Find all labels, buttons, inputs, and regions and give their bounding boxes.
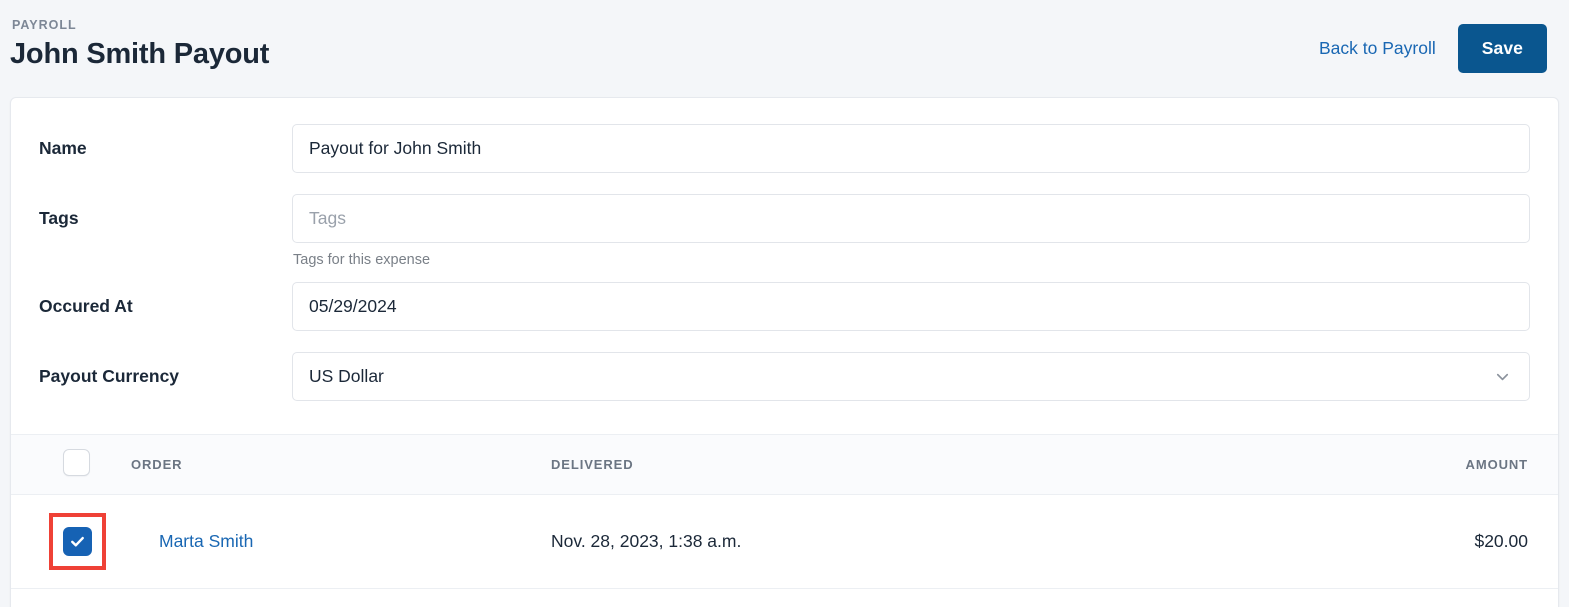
label-occured-at: Occured At xyxy=(39,296,133,316)
payout-currency-select[interactable] xyxy=(292,352,1530,401)
row-delivered-cell: Nov. 28, 2023, 1:38 a.m. xyxy=(551,494,1251,589)
row-amount-cell: $20.00 xyxy=(1251,494,1558,589)
payout-edit-page: PAYROLL John Smith Payout Back to Payrol… xyxy=(0,0,1569,607)
form-row-occured-at: Occured At xyxy=(11,282,1558,331)
control-name xyxy=(292,124,1530,173)
label-payout-currency: Payout Currency xyxy=(39,366,180,386)
header-actions: Back to Payroll Save xyxy=(1319,14,1547,73)
page-header: PAYROLL John Smith Payout Back to Payrol… xyxy=(0,0,1569,92)
form-row-name: Name xyxy=(11,124,1558,173)
label-tags: Tags xyxy=(39,208,79,228)
occured-at-input[interactable] xyxy=(292,282,1530,331)
column-header-delivered[interactable]: DELIVERED xyxy=(551,434,1251,495)
column-header-order[interactable]: ORDER xyxy=(131,434,551,495)
row-order-cell: Marta Smith xyxy=(131,494,551,589)
orders-table-header-row: ORDER DELIVERED AMOUNT xyxy=(11,434,1558,495)
label-name: Name xyxy=(39,138,87,158)
row-select-checkbox[interactable] xyxy=(63,527,92,556)
orders-table-head: ORDER DELIVERED AMOUNT xyxy=(11,434,1558,495)
payout-currency-select-wrap xyxy=(292,352,1530,401)
select-all-header xyxy=(11,434,131,495)
back-to-payroll-link[interactable]: Back to Payroll xyxy=(1319,38,1436,59)
order-link[interactable]: Marta Smith xyxy=(159,531,253,551)
column-header-amount[interactable]: AMOUNT xyxy=(1251,434,1558,495)
payout-form-card: Name Tags Tags for this expense Occured … xyxy=(10,97,1559,607)
orders-table: ORDER DELIVERED AMOUNT Marta Smith Nov. … xyxy=(11,434,1558,589)
page-title: John Smith Payout xyxy=(10,38,270,70)
select-all-checkbox[interactable] xyxy=(63,449,90,476)
save-button[interactable]: Save xyxy=(1457,24,1547,73)
row-select-cell xyxy=(11,494,131,589)
form-area: Name Tags Tags for this expense Occured … xyxy=(11,98,1558,426)
control-tags: Tags for this expense xyxy=(292,194,1530,268)
tags-input[interactable] xyxy=(292,194,1530,243)
header-titles: PAYROLL John Smith Payout xyxy=(10,14,269,71)
control-occured-at xyxy=(292,282,1530,331)
table-row: Marta Smith Nov. 28, 2023, 1:38 a.m. $20… xyxy=(11,494,1558,589)
control-payout-currency xyxy=(292,352,1530,401)
form-row-payout-currency: Payout Currency xyxy=(11,352,1558,401)
orders-table-body: Marta Smith Nov. 28, 2023, 1:38 a.m. $20… xyxy=(11,494,1558,589)
check-icon xyxy=(71,536,84,547)
row-checkbox-highlight xyxy=(49,513,106,570)
name-input[interactable] xyxy=(292,124,1530,173)
tags-help-text: Tags for this expense xyxy=(293,252,431,268)
breadcrumb-eyebrow: PAYROLL xyxy=(12,18,77,32)
form-row-tags: Tags Tags for this expense xyxy=(11,194,1558,268)
table-footer-spacer xyxy=(11,589,1558,607)
